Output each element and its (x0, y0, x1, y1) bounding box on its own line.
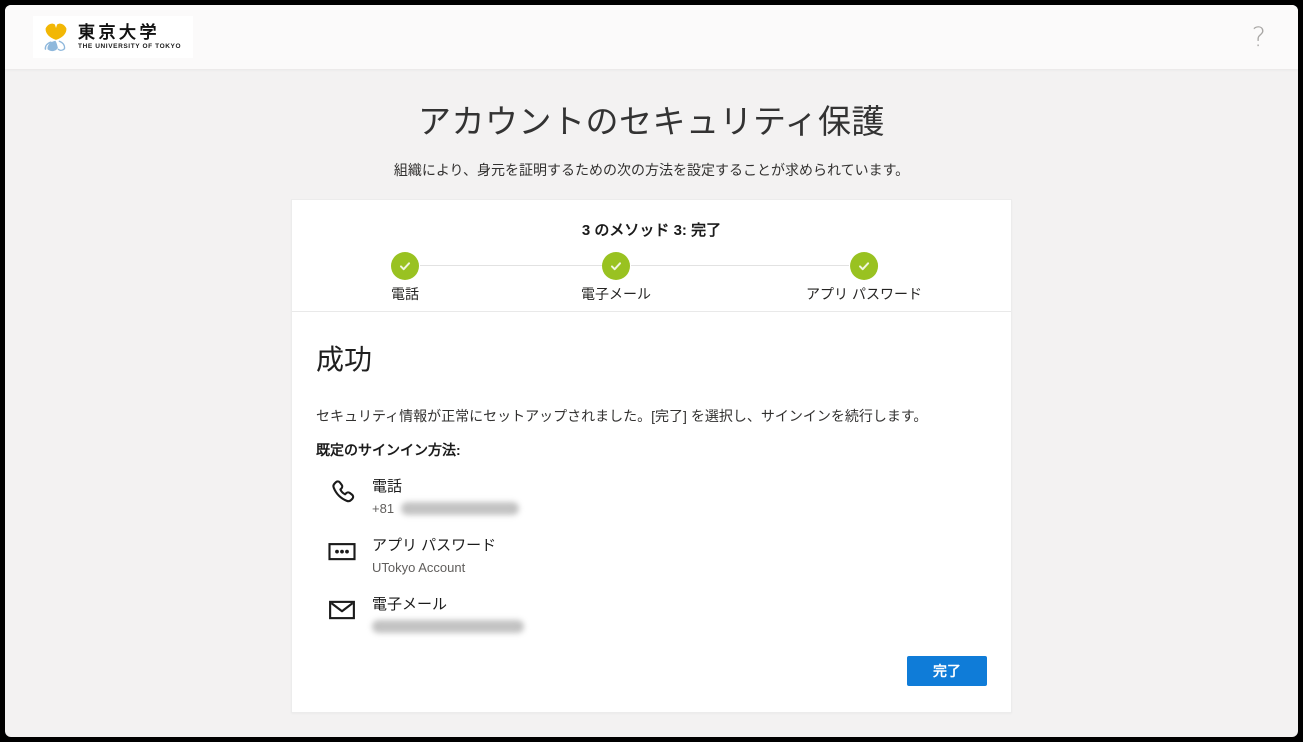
wizard-step-email: 電子メール (581, 252, 651, 304)
step-label: 電子メール (581, 284, 651, 304)
screenshot-frame: 東京大学 THE UNIVERSITY OF TOKYO ? アカウントのセキュ… (0, 0, 1303, 742)
method-label: 電話 (372, 478, 402, 495)
check-circle-icon (850, 252, 878, 280)
app-password-icon (326, 535, 358, 567)
utokyo-logo-text: 東京大学 THE UNIVERSITY OF TOKYO (78, 24, 181, 51)
main-content: アカウントのセキュリティ保護 組織により、身元を証明するための次の方法を設定する… (5, 69, 1298, 737)
success-heading: 成功 (316, 338, 987, 378)
wizard-progress: 3 のメソッド 3: 完了 電話 (292, 200, 1011, 312)
email-icon (326, 594, 358, 626)
step-label: アプリ パスワード (806, 284, 922, 304)
list-item-app-password: アプリ パスワード UTokyo Account (326, 535, 987, 579)
method-label: アプリ パスワード (372, 537, 496, 554)
step-label: 電話 (391, 284, 419, 304)
browser-viewport: 東京大学 THE UNIVERSITY OF TOKYO ? アカウントのセキュ… (5, 5, 1298, 737)
list-item-email: 電子メール (326, 594, 987, 638)
card-actions: 完了 (316, 656, 987, 686)
phone-icon (326, 476, 358, 508)
step-connector (420, 265, 602, 266)
help-icon[interactable]: ? (1252, 24, 1266, 51)
success-panel: 成功 セキュリティ情報が正常にセットアップされました。[完了] を選択し、サイン… (292, 312, 1011, 712)
method-detail-email (372, 618, 524, 633)
list-item-phone: 電話 +81 (326, 476, 987, 520)
check-circle-icon (391, 252, 419, 280)
redacted-email-address (372, 620, 524, 633)
security-setup-card: 3 のメソッド 3: 完了 電話 (291, 199, 1012, 713)
wizard-step-phone: 電話 (391, 252, 419, 304)
signin-methods-list: 電話 +81 (316, 476, 987, 638)
wizard-steps: 電話 電子メール アプリ パスワード (292, 252, 1011, 312)
method-label: 電子メール (372, 596, 447, 613)
page-title: アカウントのセキュリティ保護 (5, 95, 1298, 143)
page-subtitle: 組織により、身元を証明するための次の方法を設定することが求められています。 (5, 160, 1298, 180)
wizard-progress-label: 3 のメソッド 3: 完了 (292, 200, 1011, 240)
utokyo-logo[interactable]: 東京大学 THE UNIVERSITY OF TOKYO (33, 16, 193, 58)
redacted-phone-number (401, 502, 519, 515)
utokyo-ginkgo-icon (39, 20, 73, 54)
default-signin-label: 既定のサインイン方法: (316, 440, 987, 460)
top-bar: 東京大学 THE UNIVERSITY OF TOKYO ? (5, 5, 1298, 69)
method-detail-phone: +81 (372, 500, 519, 518)
utokyo-logo-subtitle: THE UNIVERSITY OF TOKYO (78, 44, 181, 51)
success-message: セキュリティ情報が正常にセットアップされました。[完了] を選択し、サインインを… (316, 406, 987, 427)
phone-country-code: +81 (372, 500, 394, 518)
utokyo-logo-title: 東京大学 (78, 24, 181, 41)
done-button[interactable]: 完了 (907, 656, 987, 686)
check-circle-icon (602, 252, 630, 280)
method-detail-account: UTokyo Account (372, 559, 496, 577)
wizard-step-app-password: アプリ パスワード (806, 252, 922, 304)
